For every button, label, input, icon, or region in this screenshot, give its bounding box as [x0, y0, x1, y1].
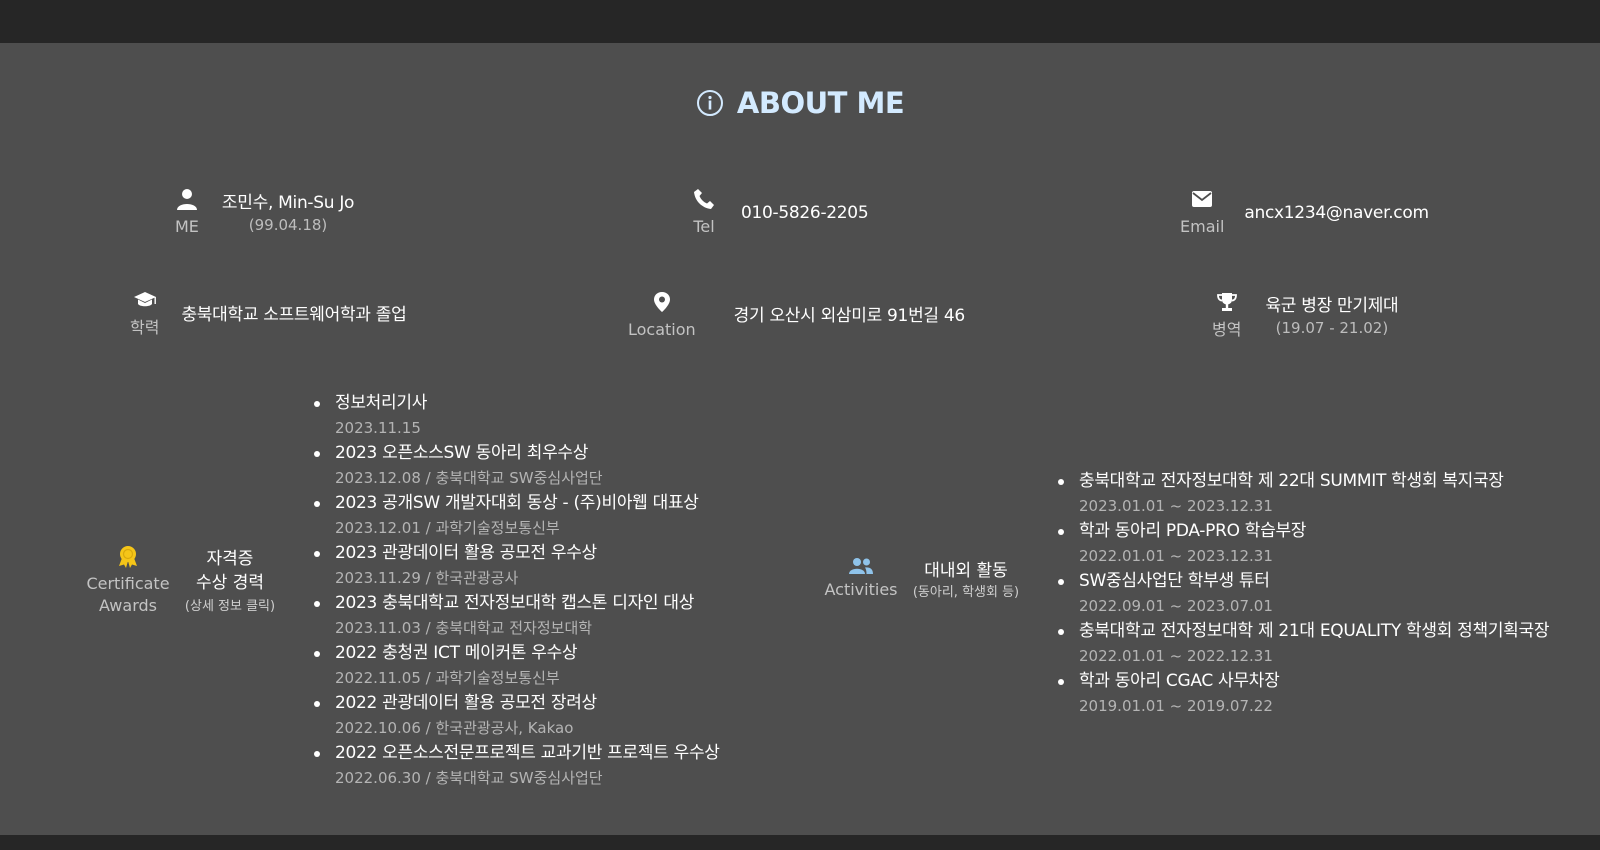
list-item-title: 2023 공개SW 개발자대회 동상 - (주)비아웹 대표상: [335, 493, 699, 513]
info-item-education: 학력 충북대학교 소프트웨어학과 졸업: [130, 291, 407, 338]
awards-list: 정보처리기사 2023.11.15 2023 오픈소스SW 동아리 최우수상 202…: [312, 391, 720, 791]
list-item-title: 학과 동아리 PDA-PRO 학습부장: [1079, 521, 1307, 541]
awards-heading-line1: 자격증: [206, 549, 254, 569]
activities-label: Activities: [818, 557, 904, 601]
map-pin-icon: [653, 291, 671, 317]
list-item[interactable]: 충북대학교 전자정보대학 제 21대 EQUALITY 학생회 정책기획국장 20…: [1056, 619, 1549, 669]
list-item[interactable]: 2022 오픈소스전문프로젝트 교과기반 프로젝트 우수상 2022.06.30 …: [312, 741, 720, 791]
info-label: 병역: [1212, 320, 1242, 339]
trophy-icon: [1216, 291, 1238, 317]
list-item-title: 정보처리기사: [335, 393, 428, 413]
info-item-email: Email ancx1234@naver.com: [1180, 188, 1429, 237]
info-sub: (19.07 - 21.02): [1275, 318, 1389, 337]
list-item-title: 학과 동아리 CGAC 사무차장: [1079, 671, 1280, 691]
info-label: Email: [1180, 217, 1225, 236]
list-item[interactable]: 2023 공개SW 개발자대회 동상 - (주)비아웹 대표상 2023.12.0…: [312, 491, 720, 541]
info-item-military: 병역 육군 병장 만기제대 (19.07 - 21.02): [1212, 291, 1399, 340]
graduation-cap-icon: [133, 291, 157, 315]
list-item-sub: 2023.01.01 ~ 2023.12.31: [1079, 497, 1273, 515]
certificate-awards-label: Certificate Awards: [82, 545, 174, 617]
list-item-sub: 2023.11.03 / 충북대학교 전자정보대학: [335, 619, 593, 637]
about-me-heading: ABOUT ME: [0, 86, 1600, 120]
list-item-title: 2023 충북대학교 전자정보대학 캡스톤 디자인 대상: [335, 593, 695, 613]
mail-icon: [1191, 188, 1213, 214]
list-item[interactable]: 2022 관광데이터 활용 공모전 장려상 2022.10.06 / 한국관광공사…: [312, 691, 720, 741]
list-item-title: SW중심사업단 학부생 튜터: [1079, 571, 1270, 591]
bottom-bar: [0, 835, 1600, 850]
list-item-sub: 2022.06.30 / 충북대학교 SW중심사업단: [335, 769, 603, 787]
list-item-title: 2022 관광데이터 활용 공모전 장려상: [335, 693, 597, 713]
list-item-title: 2022 충청권 ICT 메이커톤 우수상: [335, 643, 578, 663]
list-item[interactable]: 2023 충북대학교 전자정보대학 캡스톤 디자인 대상 2023.11.03 /…: [312, 591, 720, 641]
info-item-location: Location 경기 오산시 외삼미로 91번길 46: [628, 291, 965, 340]
awards-heading-line2: 수상 경력: [196, 573, 264, 593]
awards-label-line1: Certificate: [86, 574, 170, 593]
awards-heading-button[interactable]: 자격증 수상 경력 (상세 정보 클릭): [176, 547, 284, 617]
list-item[interactable]: 2022 충청권 ICT 메이커톤 우수상 2022.11.05 / 과학기술정보…: [312, 641, 720, 691]
info-label: ME: [175, 217, 199, 236]
info-value: 육군 병장 만기제대: [1265, 295, 1399, 316]
activities-label-text: Activities: [824, 580, 898, 599]
list-item[interactable]: 2023 관광데이터 활용 공모전 우수상 2023.11.29 / 한국관광공사: [312, 541, 720, 591]
people-icon: [848, 557, 874, 579]
list-item[interactable]: 정보처리기사 2023.11.15: [312, 391, 720, 441]
info-sub: (99.04.18): [248, 215, 328, 234]
info-value: 010-5826-2205: [741, 202, 869, 223]
info-value: 조민수, Min-Su Jo: [221, 192, 355, 213]
info-label: Location: [628, 320, 696, 339]
phone-icon: [693, 188, 715, 214]
person-icon: [176, 188, 198, 214]
list-item-sub: 2022.01.01 ~ 2023.12.31: [1079, 547, 1273, 565]
list-item[interactable]: 충북대학교 전자정보대학 제 22대 SUMMIT 학생회 복지국장 2023.0…: [1056, 469, 1549, 519]
list-item-sub: 2023.11.29 / 한국관광공사: [335, 569, 519, 587]
activities-heading-button[interactable]: 대내외 활동 (동아리, 학생회 등): [906, 559, 1026, 603]
list-item-title: 2023 관광데이터 활용 공모전 우수상: [335, 543, 597, 563]
list-item-title: 2022 오픈소스전문프로젝트 교과기반 프로젝트 우수상: [335, 743, 720, 763]
list-item-sub: 2023.12.08 / 충북대학교 SW중심사업단: [335, 469, 603, 487]
info-label: 학력: [130, 318, 160, 337]
awards-label-line2: Awards: [99, 596, 157, 615]
list-item-sub: 2022.11.05 / 과학기술정보통신부: [335, 669, 560, 687]
info-value: 경기 오산시 외삼미로 91번길 46: [733, 305, 966, 326]
list-item-title: 충북대학교 전자정보대학 제 21대 EQUALITY 학생회 정책기획국장: [1079, 621, 1550, 641]
info-value: 충북대학교 소프트웨어학과 졸업: [181, 304, 407, 325]
list-item-sub: 2019.01.01 ~ 2019.07.22: [1079, 697, 1273, 715]
activities-heading: 대내외 활동: [924, 561, 1008, 581]
list-item[interactable]: 학과 동아리 CGAC 사무차장 2019.01.01 ~ 2019.07.22: [1056, 669, 1549, 719]
info-item-tel: Tel 010-5826-2205: [693, 188, 869, 237]
awards-hint: (상세 정보 클릭): [184, 599, 276, 614]
list-item-title: 2023 오픈소스SW 동아리 최우수상: [335, 443, 589, 463]
info-item-me: ME 조민수, Min-Su Jo (99.04.18): [175, 188, 354, 237]
list-item[interactable]: 2023 오픈소스SW 동아리 최우수상 2023.12.08 / 충북대학교 S…: [312, 441, 720, 491]
list-item-sub: 2023.11.15: [335, 419, 421, 437]
list-item-sub: 2023.12.01 / 과학기술정보통신부: [335, 519, 560, 537]
activities-list: 충북대학교 전자정보대학 제 22대 SUMMIT 학생회 복지국장 2023.0…: [1056, 469, 1549, 719]
info-circle-icon: [696, 89, 724, 117]
activities-hint: (동아리, 학생회 등): [912, 585, 1020, 600]
list-item-title: 충북대학교 전자정보대학 제 22대 SUMMIT 학생회 복지국장: [1079, 471, 1504, 491]
list-item[interactable]: 학과 동아리 PDA-PRO 학습부장 2022.01.01 ~ 2023.12.…: [1056, 519, 1549, 569]
info-value: ancx1234@naver.com: [1244, 202, 1429, 223]
list-item-sub: 2022.09.01 ~ 2023.07.01: [1079, 597, 1273, 615]
top-nav-bar: [0, 0, 1600, 43]
list-item-sub: 2022.01.01 ~ 2022.12.31: [1079, 647, 1273, 665]
section-title: ABOUT ME: [736, 86, 905, 120]
info-label: Tel: [693, 217, 715, 236]
award-icon: [117, 545, 139, 573]
list-item-sub: 2022.10.06 / 한국관광공사, Kakao: [335, 719, 574, 737]
list-item[interactable]: SW중심사업단 학부생 튜터 2022.09.01 ~ 2023.07.01: [1056, 569, 1549, 619]
